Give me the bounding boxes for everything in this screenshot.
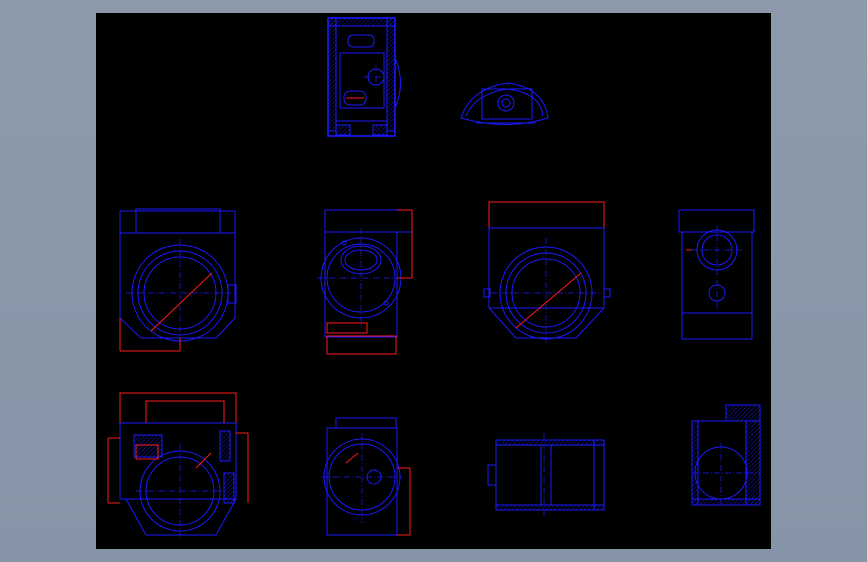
view-bottom-center [322, 417, 411, 536]
view-bracket [460, 82, 549, 125]
view-bottom-cylinder [487, 433, 605, 518]
view-side-right [678, 209, 755, 340]
view-front-center [318, 209, 413, 355]
cad-drawing-canvas[interactable] [96, 13, 771, 549]
view-bottom-right-section [691, 404, 761, 506]
view-top-section [327, 17, 401, 137]
view-front-left [119, 208, 237, 352]
view-section-bottom-left [107, 392, 249, 538]
view-front-right [483, 201, 611, 347]
cad-drawing [107, 17, 761, 538]
